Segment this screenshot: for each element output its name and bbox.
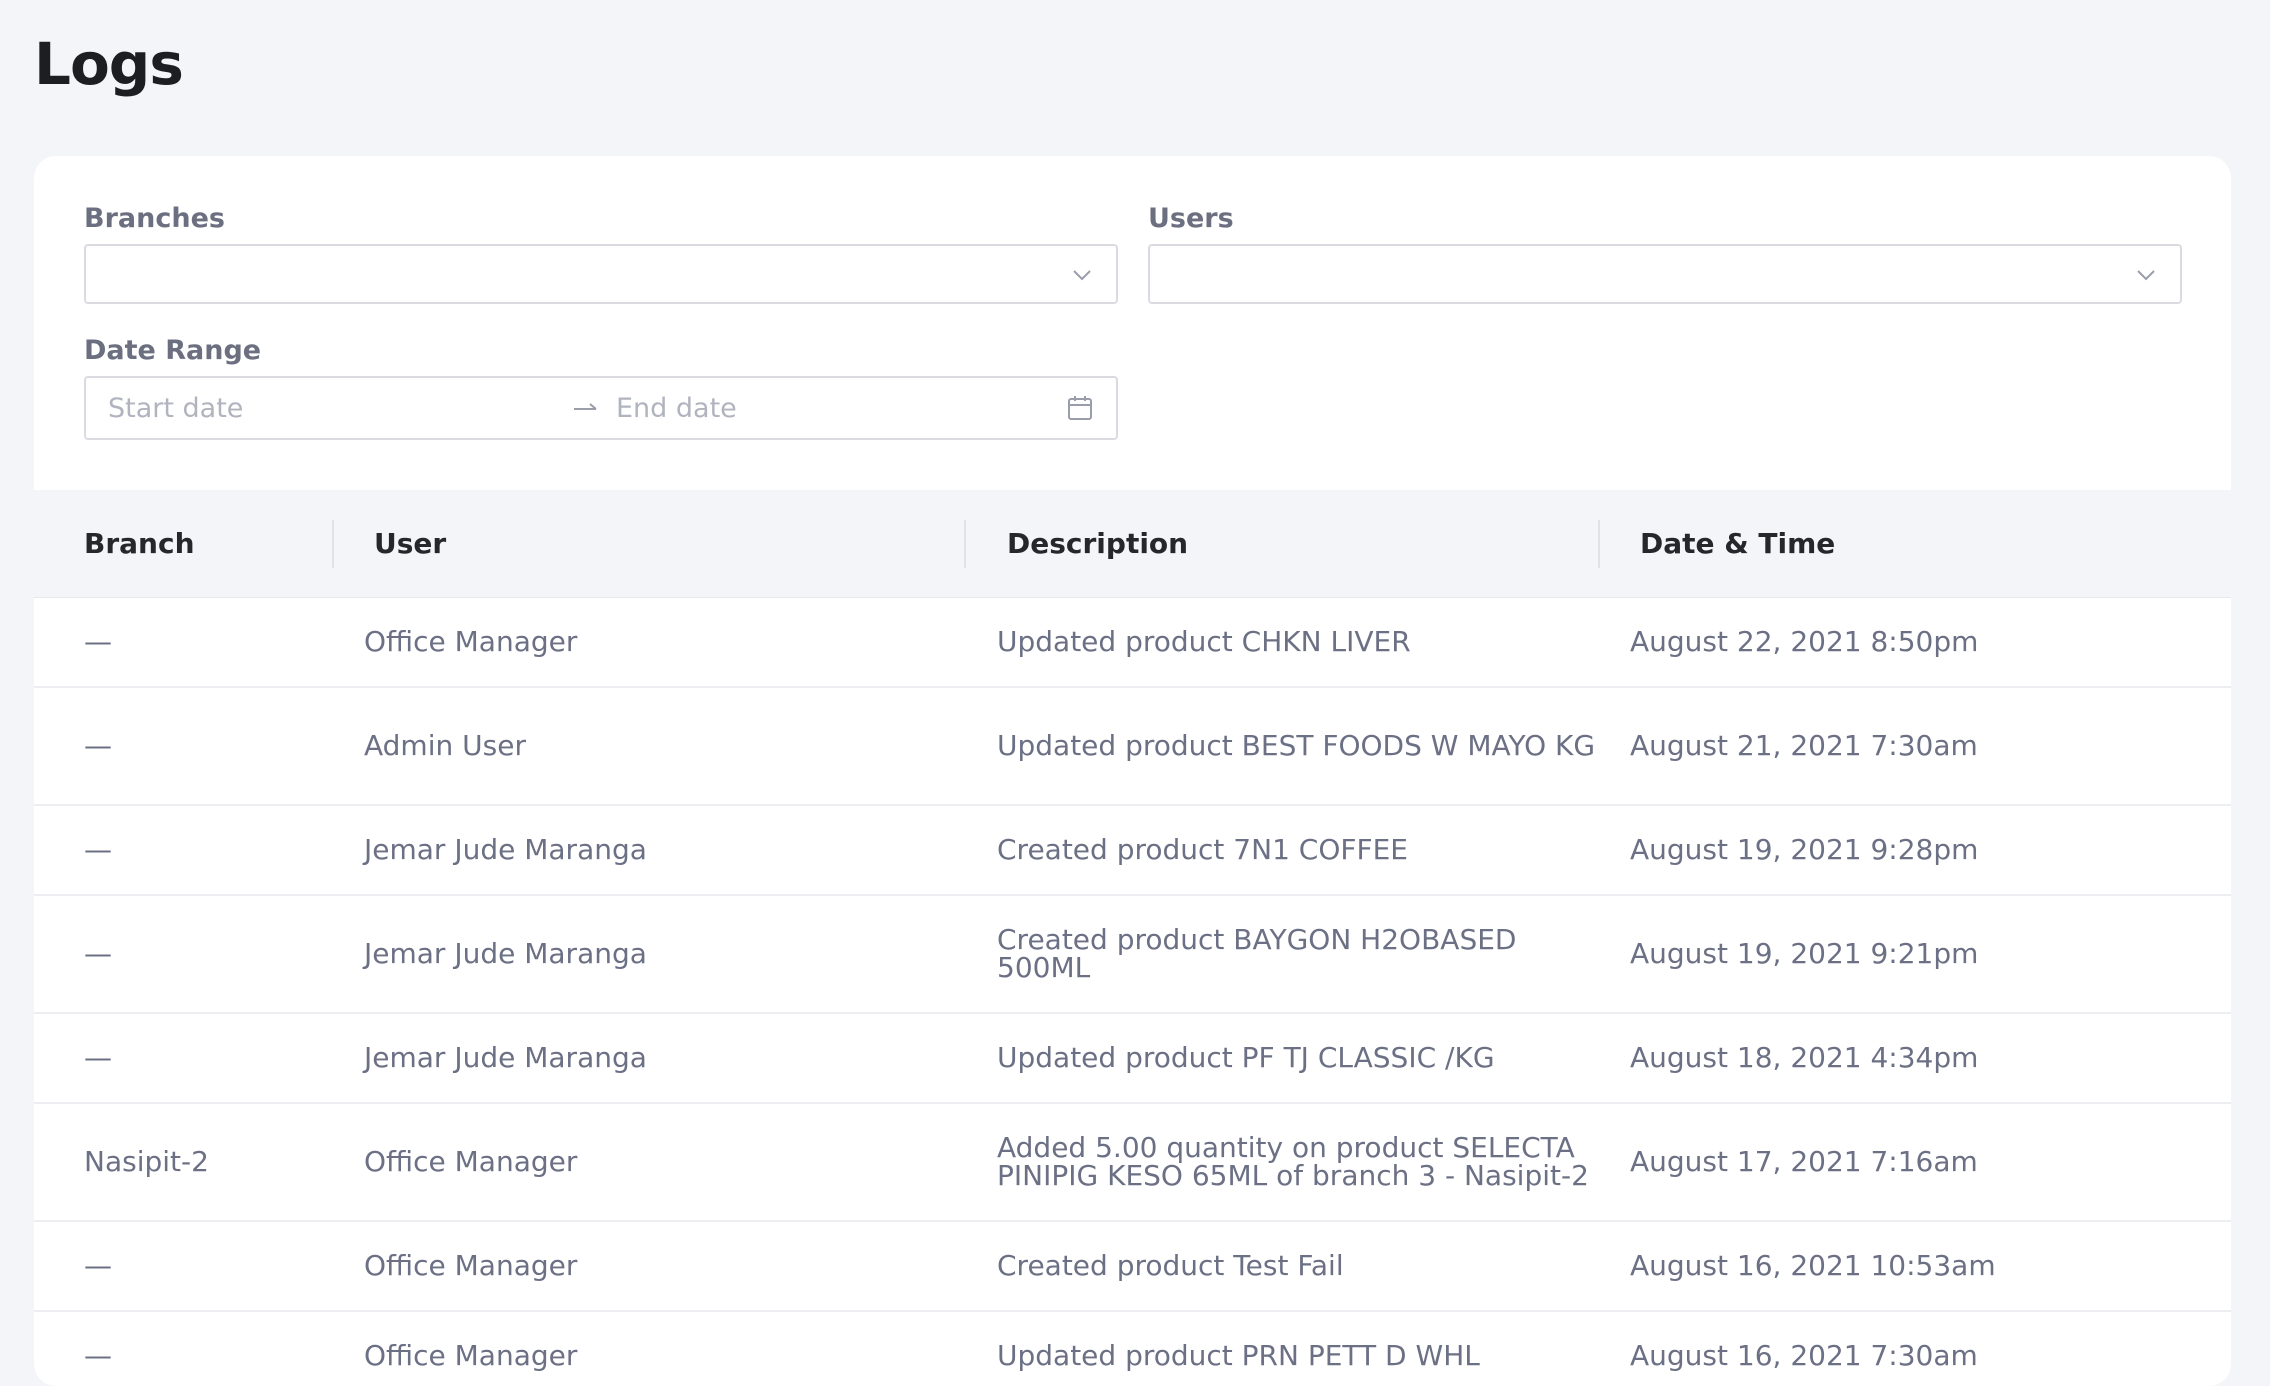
- cell-description: Updated product BEST FOODS W MAYO KG: [997, 729, 1596, 762]
- column-divider: [964, 520, 966, 568]
- cell-description: Added 5.00 quantity on product SELECTA P…: [997, 1131, 1589, 1192]
- cell-description: Updated product PF TJ CLASSIC /KG: [997, 1041, 1495, 1074]
- cell-user: Jemar Jude Maranga: [364, 937, 647, 970]
- arrow-right-icon: [574, 403, 597, 410]
- logs-card: Branches Users Date Range Branch U: [34, 156, 2231, 1386]
- end-date-input[interactable]: [616, 388, 1036, 428]
- calendar-icon[interactable]: [1066, 394, 1094, 422]
- table-row[interactable]: — Jemar Jude Maranga Created product BAY…: [34, 896, 2231, 1014]
- cell-date-time: August 16, 2021 10:53am: [1630, 1249, 1996, 1282]
- cell-branch: —: [84, 937, 112, 970]
- table-row[interactable]: — Admin User Updated product BEST FOODS …: [34, 688, 2231, 806]
- cell-date-time: August 21, 2021 7:30am: [1630, 729, 1978, 762]
- cell-branch: —: [84, 1041, 112, 1074]
- column-divider: [1598, 520, 1600, 568]
- cell-description: Created product BAYGON H2OBASED 500ML: [997, 923, 1517, 984]
- date-range-picker[interactable]: [84, 376, 1118, 440]
- cell-date-time: August 17, 2021 7:16am: [1630, 1145, 1978, 1178]
- column-header-user[interactable]: User: [374, 490, 446, 598]
- cell-user: Jemar Jude Maranga: [364, 833, 647, 866]
- cell-branch: —: [84, 625, 112, 658]
- cell-branch: —: [84, 1339, 112, 1372]
- table-row[interactable]: — Office Manager Updated product PRN PET…: [34, 1312, 2231, 1386]
- table-row[interactable]: — Jemar Jude Maranga Created product 7N1…: [34, 806, 2231, 896]
- column-header-branch[interactable]: Branch: [84, 490, 195, 598]
- date-range-label: Date Range: [84, 335, 262, 366]
- column-header-description[interactable]: Description: [1007, 490, 1188, 598]
- cell-branch: —: [84, 729, 112, 762]
- chevron-down-icon: [2137, 270, 2155, 281]
- cell-branch: Nasipit-2: [84, 1145, 209, 1178]
- branches-label: Branches: [84, 203, 225, 234]
- table-row[interactable]: Nasipit-2 Office Manager Added 5.00 quan…: [34, 1104, 2231, 1222]
- column-divider: [332, 520, 334, 568]
- cell-user: Jemar Jude Maranga: [364, 1041, 647, 1074]
- cell-user: Admin User: [364, 729, 526, 762]
- users-label: Users: [1148, 203, 1234, 234]
- cell-date-time: August 22, 2021 8:50pm: [1630, 625, 1979, 658]
- page-title: Logs: [34, 30, 184, 98]
- chevron-down-icon: [1073, 270, 1091, 281]
- cell-description: Created product 7N1 COFFEE: [997, 833, 1408, 866]
- cell-user: Office Manager: [364, 1339, 578, 1372]
- cell-description: Created product Test Fail: [997, 1249, 1344, 1282]
- cell-date-time: August 18, 2021 4:34pm: [1630, 1041, 1979, 1074]
- table-row[interactable]: — Office Manager Updated product CHKN LI…: [34, 598, 2231, 688]
- branches-select[interactable]: [84, 244, 1118, 304]
- table-body: — Office Manager Updated product CHKN LI…: [34, 598, 2231, 1386]
- cell-branch: —: [84, 1249, 112, 1282]
- users-select[interactable]: [1148, 244, 2182, 304]
- cell-description: Updated product PRN PETT D WHL: [997, 1339, 1480, 1372]
- start-date-input[interactable]: [108, 388, 548, 428]
- table-header: Branch User Description Date & Time: [34, 490, 2231, 598]
- cell-description: Updated product CHKN LIVER: [997, 625, 1411, 658]
- table-row[interactable]: — Jemar Jude Maranga Updated product PF …: [34, 1014, 2231, 1104]
- cell-date-time: August 19, 2021 9:21pm: [1630, 937, 1979, 970]
- cell-date-time: August 19, 2021 9:28pm: [1630, 833, 1979, 866]
- cell-branch: —: [84, 833, 112, 866]
- cell-user: Office Manager: [364, 1145, 578, 1178]
- column-header-date-time[interactable]: Date & Time: [1640, 490, 1835, 598]
- cell-date-time: August 16, 2021 7:30am: [1630, 1339, 1978, 1372]
- table-row[interactable]: — Office Manager Created product Test Fa…: [34, 1222, 2231, 1312]
- cell-user: Office Manager: [364, 1249, 578, 1282]
- cell-user: Office Manager: [364, 625, 578, 658]
